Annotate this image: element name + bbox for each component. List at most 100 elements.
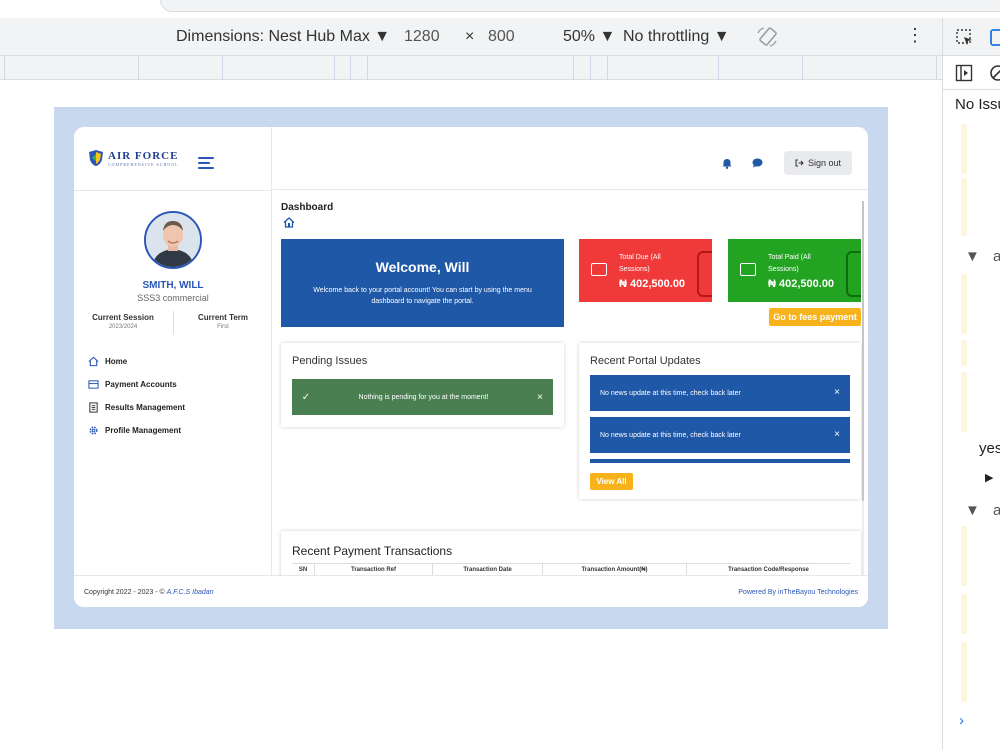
sign-out-label: Sign out [807,158,842,168]
chat-icon[interactable] [752,158,763,168]
go-to-fees-payment-button[interactable]: Go to fees payment [769,308,861,326]
zoom-dropdown[interactable]: 50% ▼ [563,28,615,46]
current-session: Current Session 2023/2024 [74,313,172,330]
width-input[interactable]: 1280 [404,28,440,46]
sidebar-item-label: Profile Management [105,426,182,435]
term-label: Current Term [197,313,249,322]
column-header[interactable]: Transaction Ref [314,564,432,575]
transactions-card: Recent Payment Transactions SN Transacti… [281,531,861,575]
pending-message: Nothing is pending for you at the moment… [358,393,489,401]
total-due-label: Total Due (All Sessions) [619,254,661,273]
caret-down-icon: ▼ [374,28,391,45]
current-term: Current Term First [174,313,272,330]
powered-by-link[interactable]: Powered By inTheBayou Technologies [738,589,858,596]
emulated-viewport: AIR FORCE COMPREHENSIVE SCHOOL SMITH, WI… [54,107,888,629]
school-logo[interactable]: AIR FORCE COMPREHENSIVE SCHOOL [88,149,179,167]
browser-top-strip [0,0,1000,18]
copyright-text: Copyright 2022 - 2023 - © [84,589,167,596]
news-text: No news update at this time, check back … [600,431,741,439]
devtools-side-panel: No Issu ▼ a yes ▶ ▼ a › [942,18,1000,750]
welcome-heading: Welcome, Will [375,259,470,275]
clear-icon[interactable] [989,64,1000,87]
dimensions-label: Dimensions: Nest Hub Max [176,28,370,45]
dashboard-home-icon[interactable] [283,217,295,228]
total-due-card: Total Due (All Sessions) ₦ 402,500.00 [579,239,712,302]
sidebar: AIR FORCE COMPREHENSIVE SCHOOL SMITH, WI… [74,127,272,607]
panel-node-label: a [993,248,1000,265]
throttling-dropdown[interactable]: No throttling ▼ [623,28,730,46]
session-value: 2023/2024 [108,324,138,330]
issues-toolbar [943,56,1000,90]
more-options-icon[interactable]: ⋮ [906,25,924,46]
news-item: No news update at this time, check back … [590,417,850,453]
dimensions-dropdown[interactable]: Dimensions: Nest Hub Max ▼ [176,28,390,46]
transactions-title: Recent Payment Transactions [292,544,453,558]
user-class: SSS3 commercial [137,293,209,303]
column-header[interactable]: Transaction Date [432,564,542,575]
top-bar: Sign out [273,127,868,190]
column-header[interactable]: SN [292,564,314,575]
sidebar-menu: Home Payment Accounts Results Management… [88,350,185,442]
sidebar-item-label: Home [105,357,128,366]
sidebar-item-label: Results Management [105,403,186,412]
main-content: Dashboard Welcome, Will Welcome back to … [273,191,868,575]
footer: Copyright 2022 - 2023 - © A.F.C.S Ibadan… [74,575,868,607]
issues-status: No Issu [955,96,1000,113]
welcome-card: Welcome, Will Welcome back to your porta… [281,239,564,327]
sidebar-toggle-icon[interactable] [955,64,973,87]
coin-stack-icon [846,251,861,297]
news-item-partial [590,459,850,463]
zoom-label: 50% [563,28,596,45]
column-header[interactable]: Transaction Amount(₦) [542,564,686,575]
chevron-right-icon[interactable]: › [959,712,964,729]
inspect-element-icon[interactable] [955,28,975,53]
home-icon [88,356,99,367]
device-toggle-icon[interactable] [989,28,1000,53]
hamburger-menu-icon[interactable] [198,157,214,172]
close-icon[interactable]: × [834,429,840,440]
welcome-text: Welcome back to your portal account! You… [313,287,532,305]
panel-value-text: yes [979,440,1000,457]
total-paid-label: Total Paid (All Sessions) [768,254,811,273]
document-icon [89,402,98,413]
times-icon: × [465,28,475,45]
address-bar-edge[interactable] [160,0,1000,12]
credit-card-icon [88,380,99,389]
bell-icon[interactable] [722,158,732,169]
sidebar-item-payment-accounts[interactable]: Payment Accounts [88,373,185,396]
scrollbar-thumb[interactable] [862,201,864,501]
sign-out-button[interactable]: Sign out [784,151,852,175]
wallet-icon [591,263,607,276]
pending-issues-title: Pending Issues [292,355,368,367]
sign-out-icon [795,159,804,167]
height-input[interactable]: 800 [488,28,515,46]
user-name: SMITH, WILL [142,280,204,291]
logo-subtitle: COMPREHENSIVE SCHOOL [108,161,179,167]
tree-expander-icon[interactable]: ▶ [985,471,993,484]
sidebar-item-results-management[interactable]: Results Management [88,396,185,419]
page-title: Dashboard [281,202,334,213]
session-label: Current Session [92,313,154,322]
sidebar-item-profile-management[interactable]: Profile Management [88,419,185,442]
portal-updates-card: Recent Portal Updates No news update at … [579,343,861,499]
sidebar-item-label: Payment Accounts [105,380,177,389]
device-toolbar: Dimensions: Nest Hub Max ▼ 1280 × 800 50… [0,18,942,56]
tree-expander-icon[interactable]: ▼ [965,502,980,519]
term-value: First [217,324,229,330]
total-paid-value: ₦ 402,500.00 [768,278,835,290]
avatar [144,211,202,269]
school-link[interactable]: A.F.C.S Ibadan [167,589,214,596]
column-header[interactable]: Transaction Code/Response [686,564,850,575]
sidebar-item-home[interactable]: Home [88,350,185,373]
view-all-button[interactable]: View All [590,473,633,490]
close-icon[interactable]: × [527,392,553,403]
tree-expander-icon[interactable]: ▼ [965,248,980,265]
total-paid-card: Total Paid (All Sessions) ₦ 402,500.00 [728,239,861,302]
portal-updates-title: Recent Portal Updates [590,355,701,367]
wallet-icon [740,263,756,276]
close-icon[interactable]: × [834,387,840,398]
media-query-ruler [0,56,942,80]
rotate-icon[interactable] [755,26,779,53]
transactions-table-header: SN Transaction Ref Transaction Date Tran… [292,563,850,575]
pending-issues-card: Pending Issues ✓ Nothing is pending for … [281,343,564,427]
